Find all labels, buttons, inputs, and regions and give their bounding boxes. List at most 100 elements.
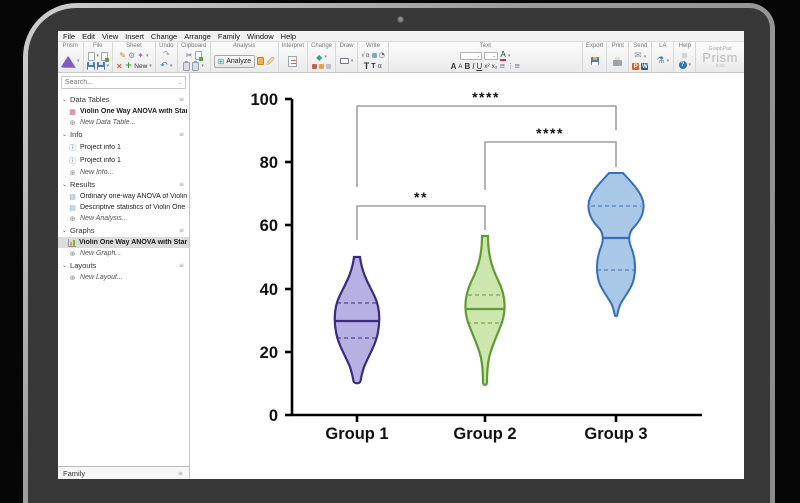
section-menu-icon[interactable]: ≡: [178, 470, 184, 477]
section-layouts[interactable]: ⌄ Layouts ≡: [58, 259, 189, 272]
significance-bracket-g2-g3: [485, 142, 616, 190]
menu-edit[interactable]: Edit: [82, 32, 95, 41]
tree-label: New Data Table...: [80, 119, 135, 126]
section-menu-icon[interactable]: ≡: [179, 262, 185, 269]
navigator-sidebar: ⌄ ⌄ Data Tables ≡ ▦ Violin One Way ANOVA…: [58, 73, 190, 479]
sidebar-item-new-info[interactable]: ⊕ New Info...: [58, 167, 189, 178]
new-plus-icon: ⊕: [68, 274, 77, 282]
graph-icon: [68, 239, 76, 247]
tree-label: Descriptive statistics of Violin One Way…: [80, 204, 187, 211]
sidebar-item-new-analysis[interactable]: ⊕ New Analysis...: [58, 213, 189, 224]
chevron-down-icon[interactable]: ⌄: [178, 80, 182, 86]
tree-label: Ordinary one-way ANOVA of Violin One...: [80, 193, 187, 200]
new-plus-icon: ⊕: [68, 169, 77, 177]
section-menu-icon[interactable]: ≡: [179, 96, 185, 103]
chevron-down-icon[interactable]: ▾: [107, 63, 110, 69]
x-category-label: Group 2: [453, 425, 516, 443]
y-tick-label: 100: [250, 91, 278, 109]
toolbar-group-sheet: Sheet ✎ ⚙ ✦ ▾ ✕ + New ▾: [113, 42, 156, 72]
open-file-icon[interactable]: [101, 52, 108, 61]
analysis-result-icon: ▤: [68, 193, 77, 201]
chevron-down-icon[interactable]: ⌄: [62, 227, 67, 234]
add-sheet-icon[interactable]: +: [125, 62, 133, 71]
pin-sheet-icon[interactable]: ✦: [137, 51, 144, 60]
toolbar-group-file: File ▾ ▾: [84, 42, 114, 72]
prism-window: File Edit View Insert Change Arrange Fam…: [58, 31, 744, 479]
toolbar-group-prism: Prism ▾: [58, 42, 84, 72]
menu-file[interactable]: File: [63, 32, 75, 41]
chevron-down-icon[interactable]: ⌄: [62, 262, 67, 269]
sidebar-item-project-info-1[interactable]: ⓘ Project info 1: [58, 141, 189, 154]
sidebar-item-data-table[interactable]: ▦ Violin One Way ANOVA with Stars: [58, 106, 189, 117]
chevron-down-icon[interactable]: ▾: [97, 53, 100, 59]
tree-label: Project info 1: [80, 144, 121, 151]
y-tick-label: 60: [260, 217, 278, 235]
search-input[interactable]: [65, 79, 178, 86]
significance-stars-g1-g2: **: [414, 189, 428, 205]
section-label: Results: [70, 180, 176, 189]
significance-stars-g1-g3: ****: [472, 89, 500, 105]
group-label-sheet: Sheet: [126, 43, 142, 50]
tree-label: New Layout...: [80, 274, 123, 281]
menu-insert[interactable]: Insert: [125, 32, 144, 41]
section-graphs[interactable]: ⌄ Graphs ≡: [58, 224, 189, 237]
tree-label: New Graph...: [80, 250, 121, 257]
y-tick-label: 0: [269, 407, 278, 425]
sidebar-item-project-info-2[interactable]: ⓘ Project info 1: [58, 154, 189, 167]
chevron-down-icon[interactable]: ▾: [170, 63, 173, 69]
group-label-file: File: [93, 43, 103, 50]
rename-sheet-icon[interactable]: ✎: [119, 51, 126, 60]
sidebar-item-new-data-table[interactable]: ⊕ New Data Table...: [58, 117, 189, 128]
sheet-properties-icon[interactable]: ⚙: [128, 51, 135, 60]
group-label-undo: Undo: [159, 43, 173, 50]
chevron-down-icon[interactable]: ⌄: [62, 181, 67, 188]
menu-change[interactable]: Change: [151, 32, 177, 41]
y-tick-label: 40: [260, 281, 278, 299]
section-menu-icon[interactable]: ≡: [179, 131, 185, 138]
undo-icon[interactable]: ↶: [160, 62, 168, 71]
y-tick-label: 80: [260, 154, 278, 172]
info-icon: ⓘ: [68, 143, 77, 153]
menu-view[interactable]: View: [102, 32, 118, 41]
section-data-tables[interactable]: ⌄ Data Tables ≡: [58, 93, 189, 106]
save-all-icon[interactable]: [97, 62, 105, 70]
violin-group-2[interactable]: [465, 236, 504, 385]
prism-logo-icon[interactable]: [61, 56, 75, 67]
violin-group-3[interactable]: [588, 173, 643, 316]
family-panel-header[interactable]: Family ≡: [58, 466, 189, 479]
tree-label: New Info...: [80, 169, 113, 176]
section-menu-icon[interactable]: ≡: [179, 181, 185, 188]
section-menu-icon[interactable]: ≡: [179, 227, 185, 234]
delete-sheet-icon[interactable]: ✕: [116, 62, 123, 71]
chevron-down-icon[interactable]: ⌄: [62, 131, 67, 138]
section-info[interactable]: ⌄ Info ≡: [58, 128, 189, 141]
search-box: ⌄: [61, 76, 186, 89]
y-tick-label: 20: [260, 344, 278, 362]
section-label: Layouts: [70, 261, 176, 270]
sidebar-item-graph-selected[interactable]: Violin One Way ANOVA with Stars: [58, 237, 189, 248]
tree-label: Violin One Way ANOVA with Stars: [79, 239, 187, 246]
section-results[interactable]: ⌄ Results ≡: [58, 178, 189, 191]
save-icon[interactable]: [87, 62, 95, 70]
family-label: Family: [63, 469, 174, 478]
sidebar-item-new-graph[interactable]: ⊕ New Graph...: [58, 248, 189, 259]
x-category-label: Group 1: [325, 425, 388, 443]
sidebar-item-anova-result[interactable]: ▤ Ordinary one-way ANOVA of Violin One..…: [58, 191, 189, 202]
sidebar-item-descriptive-stats[interactable]: ▤ Descriptive statistics of Violin One W…: [58, 202, 189, 213]
new-file-icon[interactable]: [88, 52, 95, 61]
new-sheet-button[interactable]: New: [134, 63, 147, 70]
section-label: Data Tables: [70, 95, 176, 104]
chevron-down-icon[interactable]: ▾: [77, 58, 80, 64]
webcam-icon: [397, 16, 404, 23]
new-plus-icon: ⊕: [68, 215, 77, 223]
redo-icon[interactable]: ↷: [163, 51, 171, 60]
x-category-label: Group 3: [584, 425, 647, 443]
sidebar-item-new-layout[interactable]: ⊕ New Layout...: [58, 272, 189, 283]
chevron-down-icon[interactable]: ▾: [149, 63, 152, 69]
tree-label: Violin One Way ANOVA with Stars: [80, 108, 187, 115]
chevron-down-icon[interactable]: ▾: [146, 53, 149, 59]
tree-label: New Analysis...: [80, 215, 128, 222]
chevron-down-icon[interactable]: ⌄: [62, 96, 67, 103]
new-plus-icon: ⊕: [68, 119, 77, 127]
group-label-prism: Prism: [63, 43, 78, 50]
